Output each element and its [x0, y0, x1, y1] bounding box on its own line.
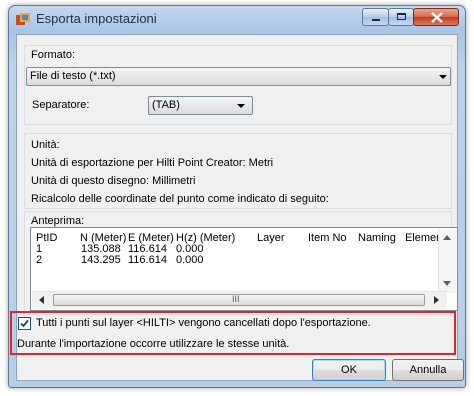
chevron-down-icon [439, 75, 447, 79]
checkmark-icon [20, 319, 29, 328]
format-select-value: File di testo (*.txt) [30, 70, 116, 82]
delete-after-export-label: Tutti i punti sul layer <HILTI> vengono … [36, 317, 371, 329]
table-cell: 116.614 [128, 254, 167, 266]
minimize-button[interactable] [362, 8, 389, 26]
scroll-thumb[interactable]: III [53, 294, 425, 306]
maximize-button[interactable] [388, 8, 414, 26]
grip-icon: III [232, 294, 240, 304]
drawing-units-text: Unità di questo disegno: Millimetri [31, 175, 196, 187]
column-header: Layer [257, 232, 285, 244]
recalc-text: Ricalcolo delle coordinate del punto com… [31, 193, 329, 205]
format-group: Formato: File di testo (*.txt) Separator… [24, 45, 452, 125]
format-select[interactable]: File di testo (*.txt) [26, 67, 451, 86]
table-cell: 0.000 [176, 254, 204, 266]
preview-list[interactable]: PtID N (Meter) E (Meter) H(z) (Meter) La… [30, 227, 458, 311]
minimize-icon [372, 19, 380, 21]
format-label: Formato: [31, 49, 76, 61]
column-header: Naming [358, 232, 396, 244]
units-group: Unità: Unità di esportazione per Hilti P… [24, 133, 452, 209]
delete-after-export-checkbox[interactable] [18, 317, 31, 330]
vertical-scrollbar[interactable] [438, 229, 456, 293]
column-header: Elemen [405, 232, 443, 244]
chevron-left-icon[interactable] [39, 296, 44, 304]
chevron-right-icon[interactable] [434, 296, 439, 304]
preview-label: Anteprima: [31, 215, 85, 227]
units-label: Unità: [31, 139, 60, 151]
close-icon [431, 12, 443, 23]
chevron-down-icon [237, 104, 245, 108]
separator-select-value: (TAB) [152, 99, 180, 111]
separator-select[interactable]: (TAB) [148, 96, 253, 115]
window-title: Esporta impostazioni [36, 11, 157, 26]
close-button[interactable] [413, 8, 459, 26]
maximize-icon [397, 13, 406, 20]
title-bar[interactable]: Esporta impostazioni [9, 6, 465, 34]
app-icon [16, 13, 30, 25]
export-units-text: Unità di esportazione per Hilti Point Cr… [31, 157, 274, 169]
chevron-up-icon[interactable] [443, 235, 451, 240]
import-units-note: Durante l'importazione occorre utilizzar… [17, 338, 290, 350]
chevron-down-icon[interactable] [443, 281, 451, 286]
column-header: Item No [308, 232, 347, 244]
horizontal-scrollbar[interactable]: III [32, 291, 447, 309]
table-cell: 143.295 [81, 254, 121, 266]
cancel-button[interactable]: Annulla [392, 359, 464, 381]
ok-button[interactable]: OK [312, 359, 386, 381]
table-cell: 2 [36, 254, 43, 266]
separator-label: Separatore: [32, 99, 90, 111]
preview-group: Anteprima: PtID N (Meter) E (Meter) H(z)… [24, 211, 458, 315]
